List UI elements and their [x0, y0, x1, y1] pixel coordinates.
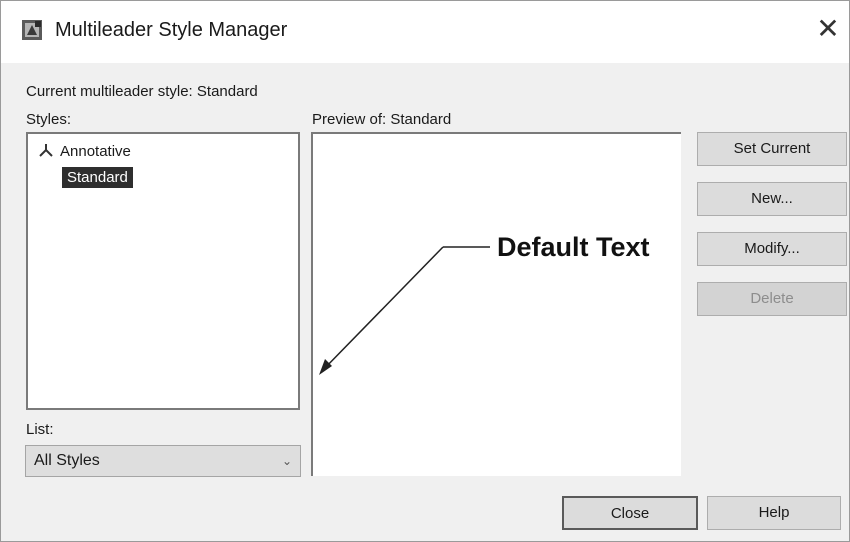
annotative-icon — [38, 142, 54, 158]
modify-button[interactable]: Modify... — [697, 232, 847, 266]
leader-preview-graphic — [319, 246, 490, 375]
style-item-label: Annotative — [60, 143, 131, 160]
app-icon — [21, 19, 43, 41]
title-bar: Multileader Style Manager ✕ — [1, 1, 849, 63]
delete-button[interactable]: Delete — [697, 282, 847, 316]
style-item-standard[interactable]: Standard — [62, 167, 133, 188]
window-title: Multileader Style Manager — [55, 19, 288, 41]
close-icon[interactable]: ✕ — [813, 15, 843, 45]
list-filter-value: All Styles — [34, 452, 100, 469]
styles-list[interactable]: Annotative Standard — [26, 132, 300, 410]
list-label: List: — [26, 421, 54, 438]
styles-label: Styles: — [26, 111, 72, 128]
preview-default-text: Default Text — [497, 232, 650, 262]
preview-label: Preview of: Standard — [312, 111, 452, 128]
help-button[interactable]: Help — [707, 496, 841, 530]
set-current-button[interactable]: Set Current — [697, 132, 847, 166]
preview-pane: Default Text — [311, 132, 681, 476]
close-button[interactable]: Close — [562, 496, 698, 530]
style-item-annotative[interactable]: Annotative — [38, 142, 131, 160]
new-button[interactable]: New... — [697, 182, 847, 216]
list-filter-select[interactable]: All Styles ⌄ — [25, 445, 301, 477]
current-style-label: Current multileader style: Standard — [26, 83, 258, 100]
style-manager-dialog: Multileader Style Manager ✕ Current mult… — [0, 0, 850, 542]
chevron-down-icon: ⌄ — [281, 454, 292, 468]
